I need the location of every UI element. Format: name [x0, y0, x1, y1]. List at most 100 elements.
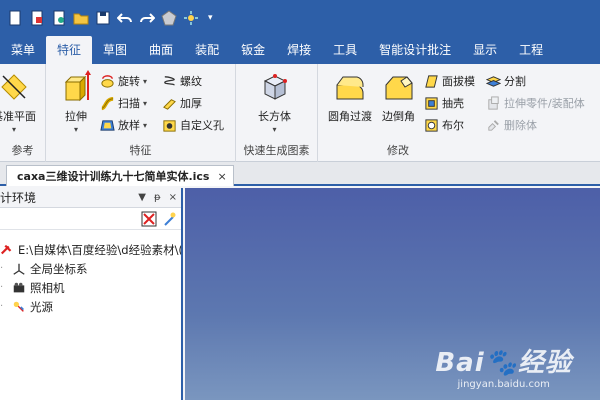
- axis-icon: [13, 263, 25, 275]
- helix-button[interactable]: 螺纹: [162, 72, 202, 90]
- shell-icon: [425, 96, 438, 110]
- new-document-icon[interactable]: [28, 9, 46, 27]
- delete-body-icon: [488, 119, 499, 131]
- boolean-label: 布尔: [442, 119, 464, 132]
- loft-button[interactable]: 放样 ▾: [100, 116, 147, 134]
- box-primitive-label: 长方体: [258, 110, 291, 123]
- tab-assembly[interactable]: 装配: [184, 36, 230, 64]
- revolve-icon: [101, 74, 114, 88]
- sweep-icon: [101, 96, 114, 110]
- tab-engineering[interactable]: 工程: [508, 36, 554, 64]
- document-tab[interactable]: caxa三维设计训练九十七简单实体.ics ×: [6, 165, 234, 186]
- custom-hole-label: 自定义孔: [180, 119, 224, 132]
- close-icon[interactable]: ×: [169, 192, 177, 203]
- quick-primitive-group-label: 快速生成图素: [243, 144, 310, 157]
- split-button[interactable]: 分割: [486, 72, 526, 90]
- boolean-button[interactable]: 布尔: [424, 116, 464, 134]
- split-icon: [486, 75, 501, 87]
- chevron-down-icon: ▾: [143, 98, 148, 108]
- modify-group-label: 修改: [387, 144, 409, 157]
- reference-group: 基准平面 ▾ 参考: [0, 64, 46, 162]
- magic-wand-icon[interactable]: [182, 9, 200, 27]
- ribbon-panel: 基准平面 ▾ 参考 拉伸 ▾ 旋转 ▾ 扫描 ▾ 放样 ▾: [0, 64, 600, 162]
- magic-wand-icon[interactable]: [161, 211, 177, 227]
- undo-icon[interactable]: [116, 9, 134, 27]
- tab-surface[interactable]: 曲面: [138, 36, 184, 64]
- shell-label: 抽壳: [442, 97, 464, 110]
- boolean-icon: [425, 118, 438, 132]
- delete-body-button[interactable]: 删除体: [486, 116, 537, 134]
- tab-smart-annotation[interactable]: 智能设计批注: [368, 36, 462, 64]
- fillet-label: 圆角过渡: [328, 110, 372, 123]
- chevron-down-icon: ▾: [11, 125, 16, 134]
- panel-toolbar: [0, 208, 181, 230]
- chevron-down-icon: ▾: [143, 120, 148, 130]
- custom-hole-icon: [163, 119, 176, 132]
- chamfer-icon: [383, 70, 415, 104]
- tree-item-camera[interactable]: · 照相机: [0, 278, 181, 297]
- quick-primitive-group: 长方体 ▾ 快速生成图素: [236, 64, 318, 162]
- draft-label: 面拔模: [442, 75, 475, 88]
- thicken-button[interactable]: 加厚: [162, 94, 202, 112]
- watermark-url: jingyan.baidu.com: [457, 379, 550, 390]
- tab-weld[interactable]: 焊接: [276, 36, 322, 64]
- helix-icon: [164, 75, 175, 86]
- shell-button[interactable]: 抽壳: [424, 94, 464, 112]
- new-drawing-icon[interactable]: [50, 9, 68, 27]
- draft-icon: [425, 74, 438, 88]
- delete-body-label: 删除体: [504, 119, 537, 132]
- extrude-part-button[interactable]: 拉伸零件/装配体: [486, 94, 585, 112]
- revolve-button[interactable]: 旋转 ▾: [100, 72, 147, 90]
- extrude-part-label: 拉伸零件/装配体: [504, 97, 585, 110]
- tab-features[interactable]: 特征: [46, 36, 93, 64]
- tree-item-label: 全局坐标系: [30, 261, 88, 276]
- save-icon[interactable]: [94, 9, 112, 27]
- pin-icon[interactable]: ᵽ: [154, 192, 161, 203]
- redo-icon[interactable]: [138, 9, 156, 27]
- tree-item-light[interactable]: · 光源: [0, 297, 181, 316]
- tree-item-label: E:\自媒体\百度经验\d经验素材\(: [18, 242, 181, 257]
- design-tree: E:\自媒体\百度经验\d经验素材\( · 全局坐标系 · 照相机 · 光源: [0, 230, 181, 316]
- chevron-down-icon: ▾: [73, 125, 78, 134]
- fillet-button[interactable]: 圆角过渡: [328, 70, 372, 124]
- panel-menu-icon[interactable]: ▼: [138, 192, 146, 203]
- delete-icon[interactable]: [141, 211, 157, 227]
- tab-menu[interactable]: 菜单: [0, 36, 46, 64]
- tab-display[interactable]: 显示: [462, 36, 508, 64]
- cube-icon: [259, 70, 291, 104]
- path-icon: [0, 244, 12, 254]
- 3d-viewport[interactable]: Bai🐾经验 jingyan.baidu.com: [185, 188, 600, 400]
- chamfer-button[interactable]: 边倒角: [382, 70, 415, 124]
- tree-item-global-axis[interactable]: · 全局坐标系: [0, 259, 181, 278]
- split-label: 分割: [504, 75, 526, 88]
- box-primitive-button[interactable]: 长方体 ▾: [258, 70, 291, 134]
- datum-plane-button[interactable]: 基准平面 ▾: [0, 70, 36, 134]
- thicken-icon: [163, 98, 176, 110]
- custom-hole-button[interactable]: 自定义孔: [162, 116, 224, 134]
- document-tab-title: caxa三维设计训练九十七简单实体.ics: [17, 170, 210, 183]
- modify-group: 圆角过渡 边倒角 面拔模 抽壳 布尔 分割 拉伸零件/装配体 删除体 修改: [318, 64, 600, 162]
- revolve-label: 旋转: [118, 75, 140, 88]
- feature-group: 拉伸 ▾ 旋转 ▾ 扫描 ▾ 放样 ▾ 螺纹 加厚 自定义孔 特征: [46, 64, 236, 162]
- panel-title: 计环境: [0, 191, 37, 205]
- extrude-label: 拉伸: [65, 110, 87, 123]
- open-folder-icon[interactable]: [72, 9, 90, 27]
- loft-label: 放样: [118, 119, 140, 132]
- new-file-icon[interactable]: [6, 9, 24, 27]
- close-icon[interactable]: ×: [217, 170, 226, 183]
- extrude-icon: [60, 70, 92, 104]
- tab-tools[interactable]: 工具: [322, 36, 368, 64]
- loft-icon: [100, 119, 115, 131]
- sweep-button[interactable]: 扫描 ▾: [100, 94, 147, 112]
- draft-button[interactable]: 面拔模: [424, 72, 475, 90]
- tab-sheetmetal[interactable]: 钣金: [230, 36, 276, 64]
- quick-access-toolbar: ▾: [0, 0, 600, 36]
- render-icon[interactable]: [160, 9, 178, 27]
- thicken-label: 加厚: [180, 97, 202, 110]
- tree-item-root[interactable]: E:\自媒体\百度经验\d经验素材\(: [0, 240, 181, 259]
- tab-sketch[interactable]: 草图: [92, 36, 138, 64]
- watermark-logo: Bai🐾经验: [435, 348, 572, 378]
- qat-dropdown-icon[interactable]: ▾: [208, 13, 213, 23]
- extrude-button[interactable]: 拉伸 ▾: [60, 70, 92, 134]
- chamfer-label: 边倒角: [382, 110, 415, 123]
